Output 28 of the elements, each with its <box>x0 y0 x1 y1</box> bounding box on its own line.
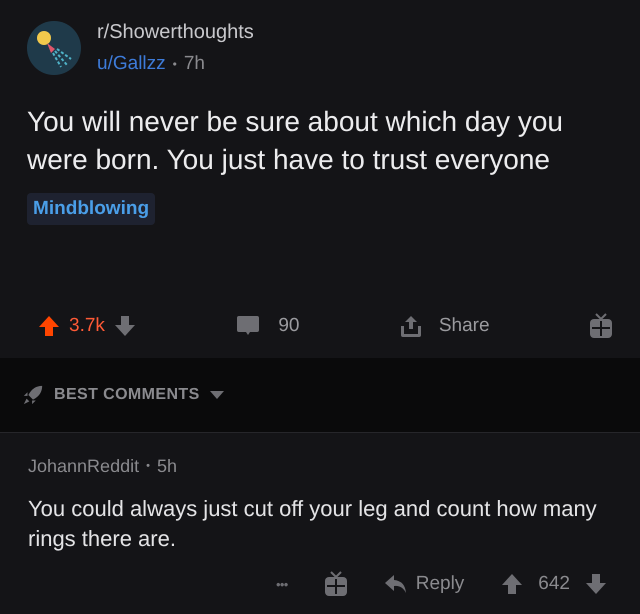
gift-icon[interactable] <box>324 571 348 598</box>
subreddit-avatar-icon[interactable] <box>27 20 81 75</box>
comment-author[interactable]: JohannReddit <box>28 453 140 480</box>
subreddit-name[interactable]: r/Showerthoughts <box>97 17 254 47</box>
separator-dot: • <box>146 459 150 474</box>
post-title: You will never be sure about which day you were born. You just have to trust everyone <box>27 104 564 177</box>
share-button[interactable]: Share <box>398 312 490 340</box>
downvote-icon[interactable] <box>584 572 608 596</box>
reply-icon <box>384 573 408 596</box>
flair-tag[interactable]: Mindblowing <box>27 192 156 225</box>
reply-button[interactable]: Reply <box>384 570 464 598</box>
comment-score: 642 <box>538 572 570 596</box>
share-icon <box>398 314 423 338</box>
upvote-icon[interactable] <box>500 572 524 596</box>
separator-dot: • <box>172 56 177 74</box>
more-options-button[interactable]: ••• <box>276 574 288 594</box>
vote-count: 3.7k <box>69 314 105 338</box>
sort-dropdown[interactable]: BEST COMMENTS <box>22 383 224 407</box>
comment-body: You could always just cut off your leg and count how many rings there are. <box>28 495 598 553</box>
caret-icon <box>210 391 224 399</box>
gift-icon[interactable] <box>588 312 613 339</box>
comment-age: 5h <box>156 455 177 478</box>
upvote-icon[interactable] <box>37 314 61 338</box>
comment-count: 90 <box>278 314 300 338</box>
post-age: 7h <box>184 52 205 76</box>
author-link[interactable]: u/Gallzz <box>97 50 166 78</box>
downvote-icon[interactable] <box>112 314 137 338</box>
rocket-icon <box>22 384 44 406</box>
